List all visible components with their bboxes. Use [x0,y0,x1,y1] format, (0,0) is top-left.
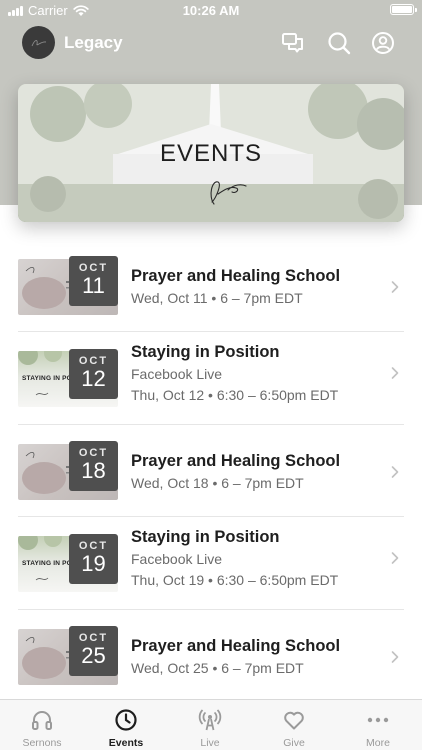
event-datetime: Thu, Oct 19 • 6:30 – 6:50pm EDT [131,571,339,588]
event-row[interactable]: OCT 25 Prayer and Healing School Wed, Oct… [0,610,422,702]
status-bar: Carrier 10:26 AM [0,0,422,22]
more-icon [367,717,389,723]
chevron-right-icon [391,366,399,379]
chevron-right-icon [391,281,399,293]
tab-label: More [366,737,390,749]
date-badge: OCT 19 [69,533,118,584]
status-time: 10:26 AM [182,3,240,18]
badge-month: OCT [78,354,109,367]
date-badge: OCT 18 [69,441,118,491]
event-location: Facebook Live [131,550,223,567]
event-title: Prayer and Healing School [131,267,341,285]
search-icon[interactable] [326,30,352,56]
event-title: Staying in Position [131,342,280,361]
app-title: Legacy [64,33,123,52]
event-title: Prayer and Healing School [131,637,341,655]
badge-day: 19 [81,550,106,576]
chevron-right-icon [391,551,399,564]
signature-logo-icon [31,39,46,46]
app-header: Legacy [0,26,422,60]
badge-day: 25 [81,643,106,668]
tab-bar: Sernons Events Live Give More [0,699,422,750]
event-title: Staying in Position [131,527,280,546]
tab-label: Sernons [22,737,62,749]
event-row[interactable]: OCT 18 Prayer and Healing School Wed, Oct… [0,425,422,517]
chat-icon[interactable] [280,30,306,56]
signature-logo-icon [210,181,247,205]
tab-label: Events [108,737,144,749]
date-badge: OCT 12 [69,348,118,399]
event-datetime: Wed, Oct 25 • 6 – 7pm EDT [131,660,304,676]
badge-month: OCT [78,539,109,552]
chevron-right-icon [391,466,399,478]
tab-events[interactable]: Events [84,700,168,750]
chevron-right-icon [391,651,399,663]
events-hero-banner: EVENTS [18,84,404,222]
tab-give[interactable]: Give [252,700,336,750]
church-logo-avatar[interactable] [22,26,55,59]
headphones-icon [32,711,52,730]
event-location: Facebook Live [131,365,223,382]
event-datetime: Wed, Oct 18 • 6 – 7pm EDT [131,475,304,491]
event-title: Prayer and Healing School [131,452,341,470]
badge-day: 12 [81,365,106,391]
date-badge: OCT 11 [69,256,118,306]
tab-live[interactable]: Live [168,700,252,750]
tab-more[interactable]: More [336,700,420,750]
badge-day: 11 [82,273,105,298]
tab-sermons[interactable]: Sernons [0,700,84,750]
event-row[interactable]: STAYING IN POSITI OCT 12 Staying in Posi… [0,333,422,425]
tab-label: Live [200,737,220,749]
date-badge: OCT 25 [69,626,118,676]
clock-icon [115,709,137,731]
hero-title: EVENTS [159,140,263,167]
tab-label: Give [283,737,305,749]
event-datetime: Thu, Oct 12 • 6:30 – 6:50pm EDT [131,386,339,403]
broadcast-icon [198,709,222,731]
event-row[interactable]: OCT 11 Prayer and Healing School Wed, Oct… [0,240,422,332]
event-datetime: Wed, Oct 11 • 6 – 7pm EDT [131,290,303,306]
heart-icon [284,711,304,730]
account-icon[interactable] [370,30,396,56]
battery-icon [390,4,417,15]
event-row[interactable]: STAYING IN POSITI OCT 19 Staying in Posi… [0,518,422,610]
badge-day: 18 [81,458,106,483]
